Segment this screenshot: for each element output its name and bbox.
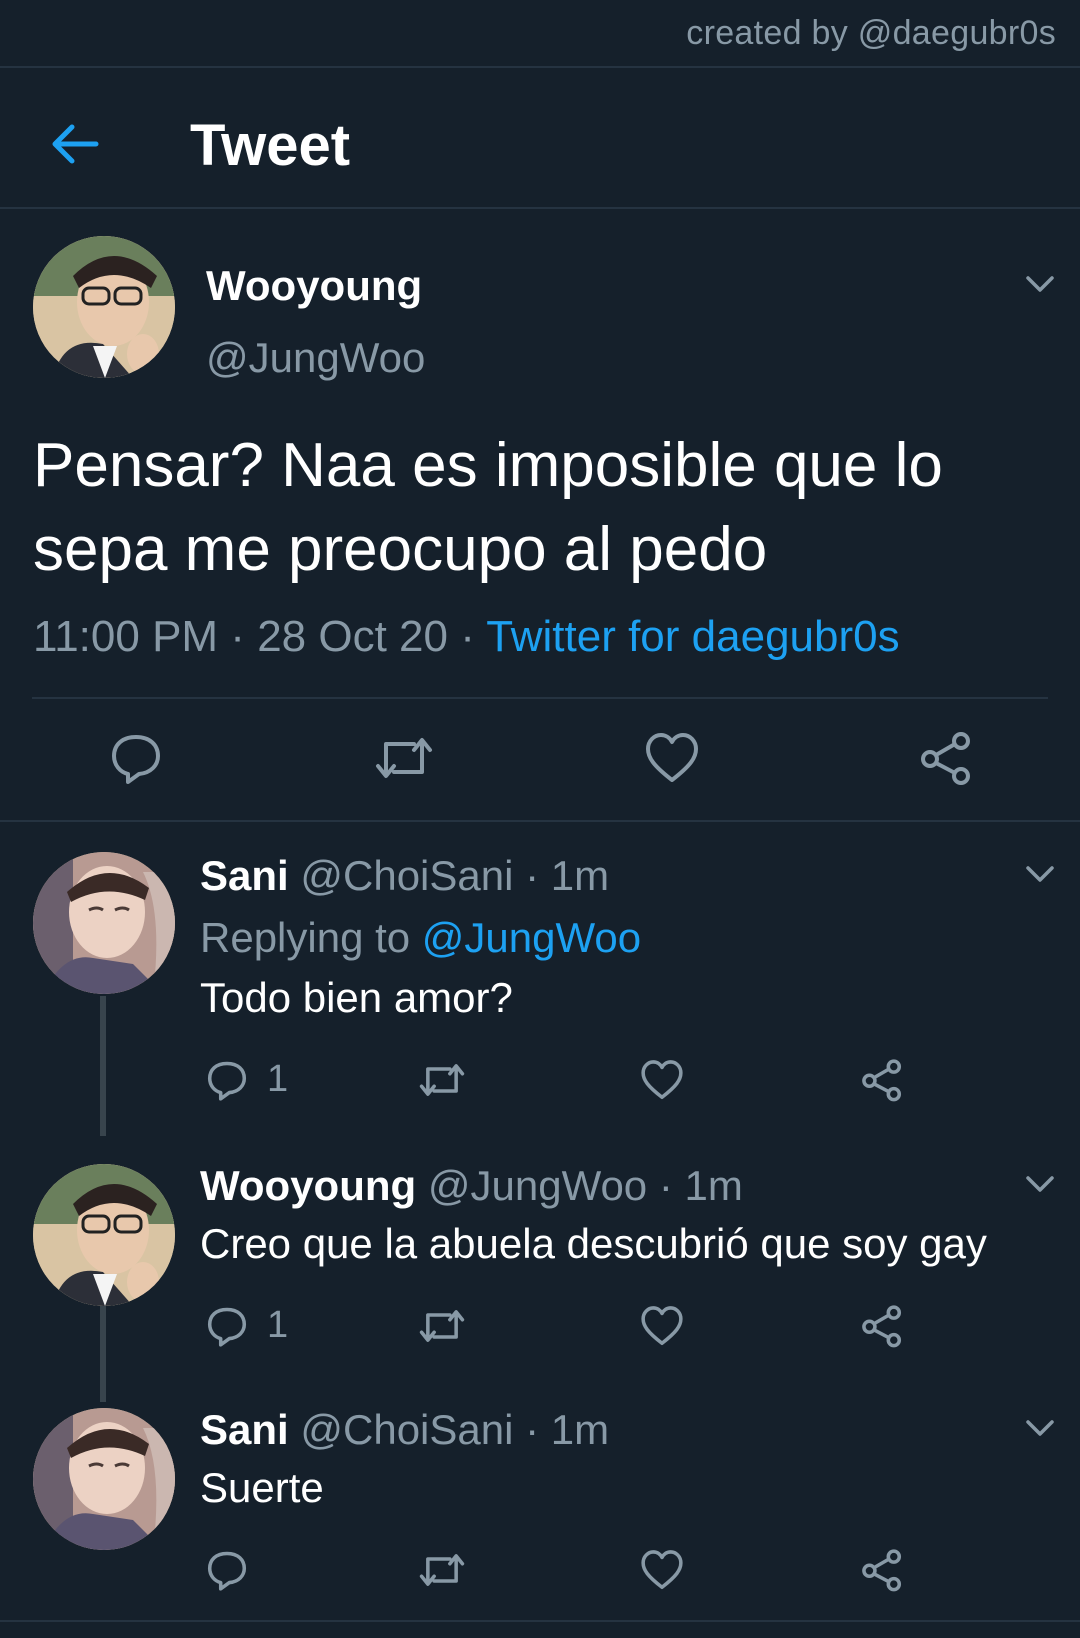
retweet-icon	[376, 738, 432, 778]
like-button[interactable]	[640, 1548, 684, 1597]
chevron-down-icon[interactable]	[1020, 1408, 1060, 1448]
avatar-wooyoung[interactable]	[33, 236, 175, 378]
reply-icon	[207, 1551, 247, 1591]
reply-author-handle[interactable]: @JungWoo	[428, 1162, 647, 1209]
author-name[interactable]: Wooyoung	[206, 262, 422, 310]
avatar-sani[interactable]	[33, 852, 175, 994]
tweet-time: 11:00 PM	[33, 612, 219, 661]
avatar-sani[interactable]	[33, 1408, 175, 1550]
replying-to-label: Replying to	[200, 914, 411, 961]
divider	[0, 820, 1080, 822]
chevron-down-icon[interactable]	[1020, 264, 1060, 304]
arrow-left-icon	[52, 124, 99, 164]
reply-button[interactable]	[205, 1304, 249, 1353]
tweet-source-link[interactable]: Twitter for daegubr0s	[486, 612, 899, 661]
share-icon	[921, 732, 970, 785]
share-icon	[862, 1059, 902, 1102]
reply-text: Suerte	[200, 1464, 324, 1511]
reply-header: Wooyoung @JungWoo · 1m	[200, 1162, 743, 1209]
author-handle[interactable]: @JungWoo	[206, 334, 425, 382]
replying-to-mention[interactable]: @JungWoo	[422, 914, 641, 961]
divider	[0, 66, 1080, 68]
reply-author-name[interactable]: Sani	[200, 1406, 289, 1453]
heart-icon	[641, 1306, 683, 1346]
retweet-icon	[419, 1554, 465, 1586]
retweet-icon	[419, 1310, 465, 1342]
retweet-button[interactable]	[418, 1548, 466, 1597]
heart-icon	[641, 1550, 683, 1590]
reply-button[interactable]	[205, 1548, 249, 1597]
divider	[0, 1620, 1080, 1622]
reply-author-name[interactable]: Sani	[200, 852, 289, 899]
share-button[interactable]	[860, 1548, 904, 1597]
reply-button[interactable]	[108, 730, 164, 791]
tweet-actions	[0, 720, 1080, 800]
reply-button[interactable]	[205, 1058, 249, 1107]
tweet-date: 28 Oct 20	[257, 612, 448, 661]
retweet-button[interactable]	[374, 730, 434, 791]
retweet-button[interactable]	[418, 1304, 466, 1353]
back-button[interactable]	[46, 116, 102, 172]
reply-text: Todo bien amor?	[200, 974, 513, 1021]
divider	[0, 207, 1080, 209]
retweet-icon	[419, 1064, 465, 1096]
reply-icon	[207, 1061, 247, 1101]
reply-header: Sani @ChoiSani · 1m	[200, 852, 610, 899]
reply-author-handle[interactable]: @ChoiSani	[300, 1406, 513, 1453]
tweet-text: Pensar? Naa es imposible que lo sepa me …	[33, 431, 943, 584]
share-button[interactable]	[860, 1304, 904, 1353]
reply-actions	[0, 1542, 1080, 1602]
reply-count: 1	[267, 1304, 289, 1346]
reply-count: 1	[267, 1058, 289, 1100]
tweet-meta: 11:00 PM · 28 Oct 20 · Twitter for daegu…	[33, 612, 900, 661]
reply-actions: 1	[0, 1298, 1080, 1358]
reply-author-name[interactable]: Wooyoung	[200, 1162, 416, 1209]
reply-actions: 1	[0, 1052, 1080, 1112]
reply-icon	[112, 735, 160, 784]
chevron-down-icon[interactable]	[1020, 1164, 1060, 1204]
share-icon	[862, 1305, 902, 1348]
share-icon	[862, 1549, 902, 1592]
reply-time: 1m	[550, 852, 610, 899]
avatar-wooyoung[interactable]	[33, 1164, 175, 1306]
reply-icon	[207, 1307, 247, 1347]
page-title: Tweet	[190, 113, 351, 178]
heart-icon	[641, 1060, 683, 1100]
chevron-down-icon[interactable]	[1020, 854, 1060, 894]
like-button[interactable]	[640, 1304, 684, 1353]
reply-header: Sani @ChoiSani · 1m	[200, 1406, 610, 1453]
divider	[32, 697, 1048, 699]
credit-text: created by @daegubr0s	[686, 14, 1056, 52]
heart-icon	[646, 733, 698, 782]
retweet-button[interactable]	[418, 1058, 466, 1107]
reply-time: 1m	[684, 1162, 743, 1209]
reply-text: Creo que la abuela descubrió que soy gay	[200, 1220, 987, 1267]
reply-time: 1m	[550, 1406, 610, 1453]
reply-author-handle[interactable]: @ChoiSani	[300, 852, 513, 899]
share-button[interactable]	[860, 1058, 904, 1107]
share-button[interactable]	[918, 730, 974, 791]
replying-to: Replying to @JungWoo	[200, 914, 641, 962]
like-button[interactable]	[640, 1058, 684, 1107]
like-button[interactable]	[644, 730, 700, 791]
